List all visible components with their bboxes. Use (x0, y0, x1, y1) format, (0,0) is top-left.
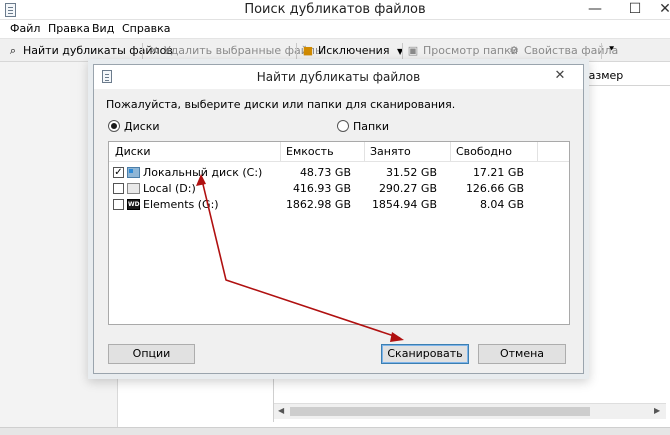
toolbar-separator (601, 43, 602, 59)
properties-icon: ⚙ (509, 44, 519, 57)
column-header-size[interactable]: Размер (575, 66, 670, 86)
drive-checkbox-d[interactable] (113, 183, 124, 194)
drive-free: 17.21 GB (472, 166, 524, 179)
toolbar: ⌕ Найти дубликаты файлов ✕ Удалить выбранн… (0, 38, 670, 62)
drive-capacity: 48.73 GB (299, 166, 351, 179)
dialog-title: Найти дубликаты файлов (256, 70, 421, 84)
cancel-button[interactable]: Отмена (478, 344, 566, 364)
drive-checkbox-c[interactable]: ✓ (113, 167, 124, 178)
drive-free: 126.66 GB (465, 182, 524, 195)
dialog-prompt: Пожалуйста, выберите диски или папки для… (106, 98, 456, 111)
close-button[interactable]: ✕ (645, 0, 670, 20)
menu-edit[interactable]: Правка (46, 22, 92, 35)
delete-icon: ✕ (149, 44, 159, 57)
window-title: Поиск дубликатов файлов (244, 2, 426, 17)
radio-disks-label: Диски (124, 120, 160, 133)
minimize-button[interactable]: — (575, 0, 615, 20)
system-drive-icon (127, 167, 140, 178)
toolbar-separator (296, 43, 297, 59)
dialog-close-button[interactable]: ✕ (545, 68, 575, 85)
column-header-used[interactable]: Занято (365, 142, 450, 161)
table-row[interactable]: ✓ Локальный диск (C:) 48.73 GB 31.52 GB … (109, 165, 569, 181)
drive-name: Elements (G:) (143, 198, 219, 211)
menu-file[interactable]: Файл (8, 22, 42, 35)
delete-selected-label: Удалить выбранные файлы (164, 44, 324, 57)
column-divider[interactable] (537, 142, 538, 161)
column-header-free[interactable]: Свободно (451, 142, 537, 161)
exclusions-button[interactable]: ■ Исключения ▼ (301, 42, 403, 59)
menu-bar: Файл Правка Вид Справка (0, 20, 670, 38)
menu-help[interactable]: Справка (120, 22, 172, 35)
scroll-right-icon[interactable]: ▶ (654, 406, 660, 415)
drive-capacity: 416.93 GB (292, 182, 351, 195)
toolbar-separator (402, 43, 403, 59)
options-button[interactable]: Опции (108, 344, 195, 364)
drive-capacity: 1862.98 GB (285, 198, 351, 211)
dialog-body: Пожалуйста, выберите диски или папки для… (94, 89, 583, 373)
file-properties-label: Свойства файла (524, 44, 619, 57)
find-duplicates-dialog: Найти дубликаты файлов ✕ Пожалуйста, выб… (93, 64, 584, 374)
wd-drive-icon: WD (127, 199, 140, 210)
drive-free: 8.04 GB (479, 198, 524, 211)
radio-folders-label: Папки (353, 120, 389, 133)
drive-used: 290.27 GB (378, 182, 437, 195)
main-titlebar: Поиск дубликатов файлов — ☐ ✕ (0, 0, 670, 20)
exclusions-icon: ■ (302, 44, 314, 57)
radio-disks[interactable]: Диски (108, 120, 160, 134)
toolbar-separator (142, 43, 143, 59)
column-header-capacity[interactable]: Емкость (281, 142, 364, 161)
local-drive-icon (127, 183, 140, 194)
radio-folders[interactable]: Папки (337, 120, 389, 134)
toolbar-overflow-button[interactable]: ⯆ (608, 42, 615, 59)
drive-list-header: Диски Емкость Занято Свободно (109, 142, 569, 162)
view-folder-label: Просмотр папки (423, 44, 518, 57)
drive-name: Локальный диск (C:) (143, 166, 263, 179)
drive-name: Local (D:) (143, 182, 196, 195)
dialog-titlebar: Найти дубликаты файлов ✕ (94, 65, 583, 89)
scan-button[interactable]: Сканировать (381, 344, 469, 364)
status-bar (0, 427, 670, 435)
column-header-disks[interactable]: Диски (110, 142, 280, 161)
scrollbar-thumb[interactable] (290, 407, 590, 416)
radio-disks-circle[interactable] (108, 120, 120, 132)
drive-checkbox-g[interactable] (113, 199, 124, 210)
scroll-left-icon[interactable]: ◀ (278, 406, 284, 415)
exclusions-label: Исключения (318, 44, 390, 57)
delete-selected-button[interactable]: ✕ Удалить выбранные файлы (147, 42, 324, 59)
horizontal-scrollbar[interactable]: ◀ ▶ (274, 403, 666, 419)
drive-used: 1854.94 GB (371, 198, 437, 211)
drive-used: 31.52 GB (385, 166, 437, 179)
drive-list[interactable]: Диски Емкость Занято Свободно ✓ Локальны… (108, 141, 570, 325)
search-icon: ⌕ (9, 44, 17, 57)
menu-view[interactable]: Вид (90, 22, 116, 35)
radio-folders-circle[interactable] (337, 120, 349, 132)
view-folder-button[interactable]: ▣ Просмотр папки (406, 42, 518, 59)
table-row[interactable]: Local (D:) 416.93 GB 290.27 GB 126.66 GB (109, 181, 569, 197)
table-row[interactable]: WD Elements (G:) 1862.98 GB 1854.94 GB 8… (109, 197, 569, 213)
folder-view-icon: ▣ (407, 44, 419, 57)
